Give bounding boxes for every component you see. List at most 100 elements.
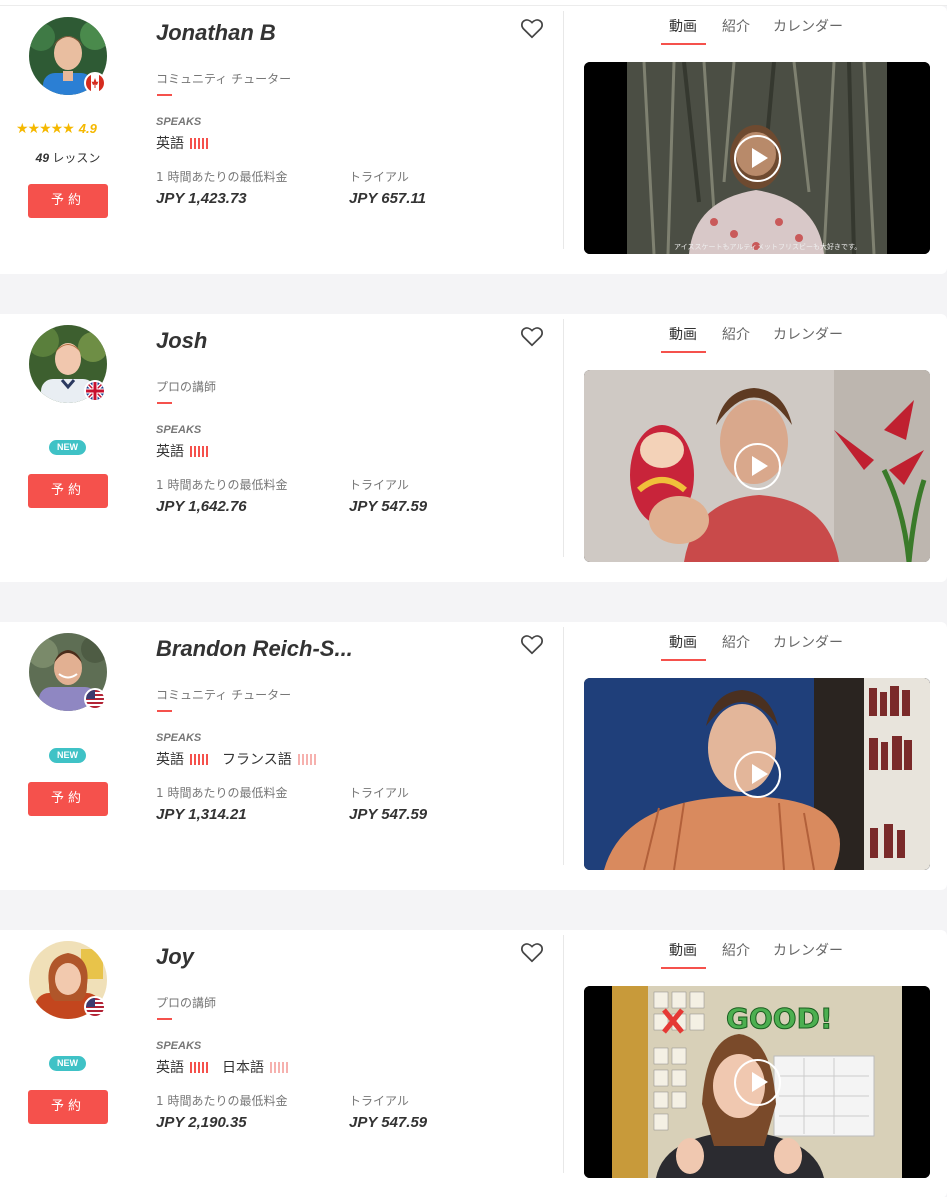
tab-video[interactable]: 動画 [669,940,697,960]
tutor-name[interactable]: Jonathan B [156,20,276,46]
book-button[interactable]: 予約 [28,782,108,816]
language-name: 日本語 [222,1060,264,1076]
heart-icon[interactable] [519,939,545,965]
tutor-card: NEW 予約 Joy プロの講師 SPEAKS 英語 日本語 1 時間あたりの最… [0,930,947,1197]
tab-video[interactable]: 動画 [669,16,697,36]
us-flag-icon [84,996,106,1018]
book-button[interactable]: 予約 [28,184,108,218]
hourly-price: JPY 1,642.76 [156,498,247,515]
play-icon[interactable] [734,1059,781,1106]
tutor-name[interactable]: Joy [156,944,194,970]
language-name: 英語 [156,444,184,460]
role-accent-line [157,402,172,404]
hourly-price: JPY 1,314.21 [156,806,247,823]
tab-calendar[interactable]: カレンダー [773,940,843,960]
active-tab-indicator [661,659,706,661]
rating-value: 4.9 [78,121,97,136]
tutor-card: ★★★★★ 4.9 49 レッスン 予約 Jonathan B コミュニティ チ… [0,6,947,274]
lessons-number: 49 [35,151,49,165]
languages: 英語 日本語 [156,1057,302,1077]
trial-price: JPY 657.11 [349,190,427,207]
tutor-role: プロの講師 [156,380,217,394]
tutor-role: コミュニティ チューター [156,688,292,702]
languages: 英語 [156,441,222,461]
price-label: 1 時間あたりの最低料金 [156,786,288,800]
tutor-name[interactable]: Brandon Reich-S... [156,636,353,662]
speaks-label: SPEAKS [156,424,202,436]
trial-price: JPY 547.59 [349,806,428,823]
tutor-card: NEW 予約 Brandon Reich-S... コミュニティ チューター S… [0,622,947,890]
tab-calendar[interactable]: カレンダー [773,16,843,36]
trial-label: トライアル [349,170,409,184]
card-divider [563,627,564,865]
language-level-bars [190,753,210,765]
price-label: 1 時間あたりの最低料金 [156,478,288,492]
tab-calendar[interactable]: カレンダー [773,324,843,344]
languages: 英語 [156,133,222,153]
card-divider [563,11,564,249]
language-level-bars [297,753,318,765]
language-item: 日本語 [222,1057,290,1077]
language-item: 英語 [156,749,210,769]
active-tab-indicator [661,43,706,45]
heart-icon[interactable] [519,15,545,41]
lessons-count: 49 レッスン [0,149,136,166]
language-item: 英語 [156,1057,210,1077]
play-icon[interactable] [734,751,781,798]
video-player[interactable]: GOOD! [584,986,930,1178]
card-divider [563,319,564,557]
active-tab-indicator [661,967,706,969]
book-button[interactable]: 予約 [28,1090,108,1124]
tab-calendar[interactable]: カレンダー [773,632,843,652]
trial-price: JPY 547.59 [349,1114,428,1131]
tab-video[interactable]: 動画 [669,632,697,652]
play-icon[interactable] [734,443,781,490]
us-flag-icon [84,688,106,710]
video-player[interactable] [584,370,930,562]
speaks-label: SPEAKS [156,116,202,128]
play-icon[interactable] [734,135,781,182]
card-divider [563,935,564,1173]
language-item: フランス語 [222,749,318,769]
stars-icon: ★★★★★ [16,120,75,136]
active-tab-indicator [661,351,706,353]
tab-intro[interactable]: 紹介 [722,632,750,652]
language-name: 英語 [156,752,184,768]
tab-video[interactable]: 動画 [669,324,697,344]
language-level-bars [270,1061,290,1073]
language-level-bars [190,137,210,149]
video-player[interactable]: アイススケートもアルティメットフリスビーも大好きです。 [584,62,930,254]
tutor-card: NEW 予約 Josh プロの講師 SPEAKS 英語 1 時間あたりの最低料金… [0,314,947,582]
languages: 英語 フランス語 [156,749,330,769]
role-accent-line [157,94,172,96]
new-badge: NEW [49,440,86,455]
uk-flag-icon [84,380,106,402]
language-name: 英語 [156,1060,184,1076]
role-accent-line [157,1018,172,1020]
tutor-role: コミュニティ チューター [156,72,292,86]
trial-label: トライアル [349,1094,409,1108]
role-accent-line [157,710,172,712]
rating: ★★★★★ 4.9 [16,120,120,137]
book-button[interactable]: 予約 [28,474,108,508]
canada-flag-icon [84,72,106,94]
video-caption: アイススケートもアルティメットフリスビーも大好きです。 [674,243,862,251]
tutor-name[interactable]: Josh [156,328,207,354]
speaks-label: SPEAKS [156,732,202,744]
heart-icon[interactable] [519,323,545,349]
tutor-role: プロの講師 [156,996,217,1010]
heart-icon[interactable] [519,631,545,657]
language-level-bars [190,1061,210,1073]
price-label: 1 時間あたりの最低料金 [156,1094,288,1108]
tab-intro[interactable]: 紹介 [722,324,750,344]
trial-price: JPY 547.59 [349,498,428,515]
new-badge: NEW [49,1056,86,1071]
tab-intro[interactable]: 紹介 [722,940,750,960]
tab-intro[interactable]: 紹介 [722,16,750,36]
language-item: 英語 [156,441,210,461]
lessons-unit: レッスン [52,151,101,165]
video-player[interactable] [584,678,930,870]
language-item: 英語 [156,133,210,153]
trial-label: トライアル [349,478,409,492]
language-level-bars [190,445,210,457]
